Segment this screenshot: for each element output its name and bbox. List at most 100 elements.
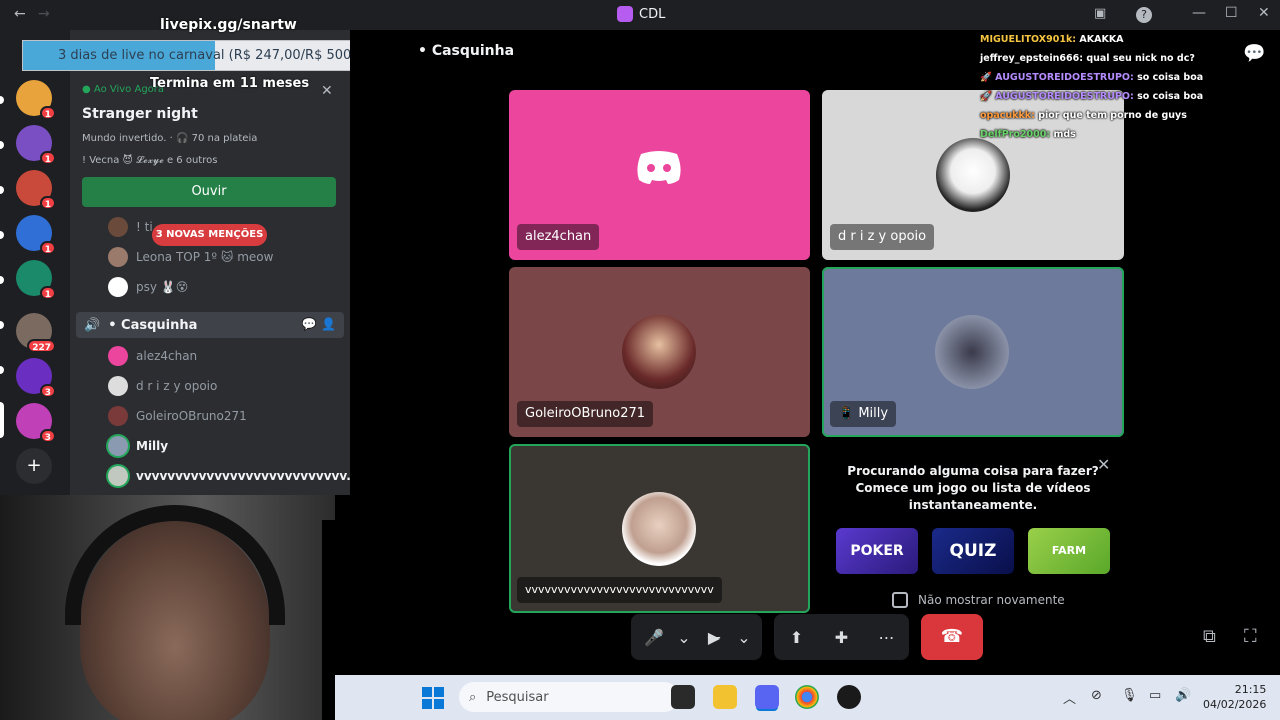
- discord-taskbar-icon[interactable]: [755, 685, 779, 709]
- participant-tile[interactable]: alez4chan: [509, 90, 810, 260]
- chat-message: jeffrey_epstein666: qual seu nick no dc?: [980, 49, 1230, 68]
- list-item[interactable]: ! ti: [108, 215, 153, 239]
- more-icon[interactable]: ⋯: [872, 628, 902, 647]
- invite-icon[interactable]: 👤: [321, 317, 336, 331]
- server-badge: 1: [39, 151, 56, 165]
- file-explorer-icon[interactable]: [713, 685, 737, 709]
- close-window-icon[interactable]: ✕: [1258, 5, 1270, 21]
- taskbar-search[interactable]: ⌕ Pesquisar: [459, 682, 679, 712]
- voice-member[interactable]: Milly: [108, 434, 168, 458]
- participant-tile[interactable]: GoleiroOBruno271: [509, 267, 810, 437]
- promo-line: Procurando alguma coisa para fazer?: [847, 464, 1099, 478]
- voice-channel-casquinha[interactable]: 🔊 • Casquinha 💬 👤: [76, 312, 344, 338]
- clock-date: 04/02/2026: [1203, 698, 1267, 711]
- promo-text: Procurando alguma coisa para fazer? Come…: [822, 463, 1124, 514]
- server-icon[interactable]: 1: [16, 215, 56, 255]
- windows-taskbar: ⌕ Pesquisar ︿ ⊘ 🎙 ▭ 🔊 21:15 04/02/2026: [335, 675, 1280, 720]
- goal-ends: Termina em 11 meses: [150, 76, 310, 91]
- microphone-tray-icon[interactable]: 🎙: [1121, 688, 1138, 703]
- server-icon[interactable]: 1: [16, 170, 56, 210]
- display-icon[interactable]: ▭: [1149, 688, 1161, 703]
- chat-user: opacukkk:: [980, 110, 1035, 121]
- member-name: GoleiroOBruno271: [136, 409, 247, 423]
- server-icon[interactable]: 3: [16, 358, 56, 398]
- chevron-up-icon[interactable]: ︿: [1063, 688, 1076, 707]
- member-name: alez4chan: [136, 349, 198, 363]
- close-icon[interactable]: ✕: [321, 83, 333, 99]
- server-rail: 1 1 1 1 1 227 3 3 +: [0, 30, 70, 495]
- participant-tile[interactable]: 📱 Milly: [822, 267, 1124, 437]
- chat-toggle-icon[interactable]: 💬: [1243, 43, 1265, 64]
- stage-title: Stranger night: [82, 106, 198, 122]
- network-icon[interactable]: ⊘: [1091, 688, 1102, 703]
- list-item[interactable]: psy 🐰😵: [108, 275, 188, 299]
- server-icon[interactable]: 1: [16, 260, 56, 300]
- camera-off-icon[interactable]: ▶: [699, 628, 729, 647]
- member-name: vvvvvvvvvvvvvvvvvvvvvvvvvvv...: [136, 469, 360, 483]
- voice-member[interactable]: alez4chan: [108, 344, 197, 368]
- chat-text: AKAKKA: [1079, 34, 1124, 45]
- volume-icon[interactable]: 🔊: [1175, 688, 1191, 703]
- server-icon[interactable]: 1: [16, 125, 56, 165]
- chat-bubble-icon[interactable]: 💬: [302, 317, 317, 331]
- disconnect-button[interactable]: ☎: [921, 614, 983, 660]
- game-farm[interactable]: FARM: [1028, 528, 1110, 574]
- member-name: Milly: [136, 439, 169, 453]
- screen-share-icon[interactable]: ⬆: [782, 628, 812, 647]
- popout-icon[interactable]: ⧉: [1203, 626, 1216, 647]
- game-quiz[interactable]: QUIZ: [932, 528, 1014, 574]
- avatar: [936, 138, 1010, 212]
- chat-message: opacukkk: pior que tem porno de guys: [980, 106, 1230, 125]
- chat-user: 🚀 AUGUSTOREIDOESTRUPO:: [980, 91, 1134, 102]
- stage-meta: Mundo invertido. · 🎧 70 na plateia: [82, 133, 258, 144]
- unread-pill: [0, 366, 4, 374]
- speaker-icon: 🔊: [84, 317, 101, 333]
- new-mentions-button[interactable]: 3 NOVAS MENÇÕES: [152, 224, 267, 246]
- help-icon[interactable]: ?: [1136, 7, 1152, 23]
- server-badge: 1: [39, 196, 56, 210]
- voice-member[interactable]: d r i z y opoio: [108, 374, 217, 398]
- chrome-icon[interactable]: [795, 685, 819, 709]
- server-icon[interactable]: 3: [16, 403, 56, 443]
- chat-user: jeffrey_epstein666:: [980, 53, 1083, 64]
- listen-button[interactable]: Ouvir: [82, 177, 336, 207]
- add-server-icon[interactable]: +: [16, 448, 52, 484]
- chat-user: MIGUELITOX901k:: [980, 34, 1077, 45]
- back-arrow-icon[interactable]: ←: [14, 6, 26, 22]
- dont-show-again[interactable]: Não mostrar novamente: [892, 592, 1065, 608]
- fullscreen-icon[interactable]: ⛶: [1244, 626, 1257, 647]
- app-icon[interactable]: [837, 685, 861, 709]
- phone-hangup-icon: ☎: [940, 626, 964, 647]
- activities-icon[interactable]: ✚: [827, 628, 857, 647]
- chevron-down-icon[interactable]: ⌄: [729, 628, 759, 647]
- voice-member[interactable]: GoleiroOBruno271: [108, 404, 247, 428]
- participant-tile[interactable]: vvvvvvvvvvvvvvvvvvvvvvvvvvvvv: [509, 444, 810, 613]
- dont-show-checkbox[interactable]: [892, 592, 908, 608]
- tile-name: alez4chan: [517, 224, 600, 250]
- dont-show-label: Não mostrar novamente: [918, 593, 1065, 607]
- microphone-icon[interactable]: 🎤: [639, 628, 669, 647]
- maximize-icon[interactable]: ☐: [1225, 5, 1238, 21]
- task-view-icon[interactable]: [671, 685, 695, 709]
- game-poker[interactable]: POKER: [836, 528, 918, 574]
- mic-stand: [322, 520, 335, 720]
- forward-arrow-icon[interactable]: →: [38, 6, 50, 22]
- chevron-down-icon[interactable]: ⌄: [669, 628, 699, 647]
- server-icon[interactable]: 1: [16, 80, 56, 120]
- server-icon[interactable]: 227: [16, 313, 56, 353]
- taskbar-clock[interactable]: 21:15 04/02/2026: [1203, 682, 1266, 712]
- server-badge: 3: [39, 384, 56, 398]
- windows-start-icon[interactable]: [422, 687, 444, 709]
- minimize-icon[interactable]: —: [1192, 5, 1206, 21]
- clock-time: 21:15: [1234, 683, 1267, 696]
- chat-user: 🚀 AUGUSTOREIDOESTRUPO:: [980, 72, 1134, 83]
- list-item[interactable]: Leona TOP 1º 🐱 meow: [108, 245, 273, 269]
- inbox-icon[interactable]: ▣: [1094, 6, 1106, 21]
- chat-text: pior que tem porno de guys: [1038, 110, 1187, 121]
- unread-pill: [0, 96, 4, 104]
- chat-text: so coisa boa: [1137, 91, 1204, 102]
- voice-member[interactable]: vvvvvvvvvvvvvvvvvvvvvvvvvvv...: [108, 464, 360, 488]
- chat-message: 🚀 AUGUSTOREIDOESTRUPO: so coisa boa: [980, 68, 1230, 87]
- avatar: [108, 436, 128, 456]
- audio-video-controls: 🎤 ⌄ ▶ ⌄: [631, 614, 762, 660]
